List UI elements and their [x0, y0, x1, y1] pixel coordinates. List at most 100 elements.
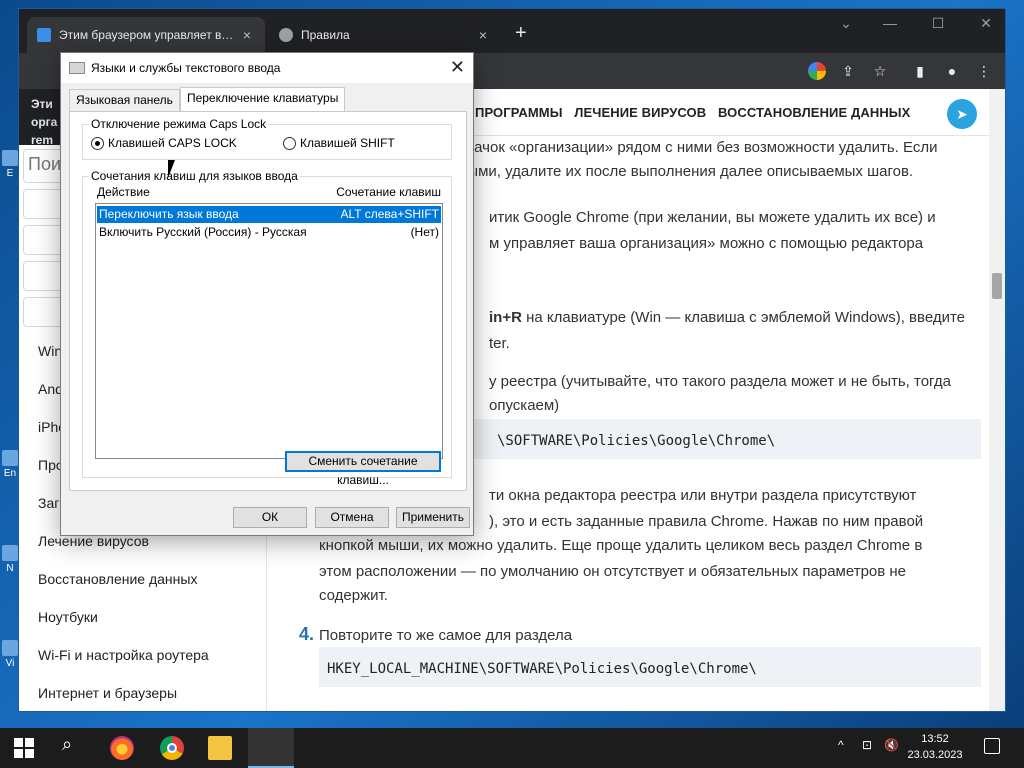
- share-icon[interactable]: ⇪: [839, 62, 857, 80]
- desktop-icon[interactable]: Vi: [0, 640, 20, 669]
- tab-label: Правила: [301, 28, 350, 42]
- notification-icon[interactable]: [984, 738, 1000, 754]
- scroll-thumb[interactable]: [992, 273, 1002, 299]
- tray-chevron-icon[interactable]: ^: [838, 738, 844, 752]
- nav-programs[interactable]: ПРОГРАММЫ: [475, 105, 563, 120]
- close-button[interactable]: ✕: [971, 15, 1001, 32]
- col-action[interactable]: Действие: [97, 185, 150, 199]
- paragraph: кнопкой мыши, их можно удалить. Еще прощ…: [319, 537, 923, 554]
- row-keys: (Нет): [410, 225, 439, 239]
- telegram-icon[interactable]: ➤: [947, 99, 977, 129]
- paragraph: значок «организации» рядом с ними без во…: [459, 139, 938, 156]
- step-number: 4.: [299, 624, 315, 644]
- desktop-app-icon: [2, 150, 18, 166]
- clock-time: 13:52: [921, 733, 949, 745]
- desktop-icon-label: N: [6, 563, 14, 574]
- tab-strip: Этим браузером управляет ваш... × Правил…: [19, 9, 1005, 53]
- site-favicon-icon: [37, 28, 51, 42]
- sidebar-item[interactable]: Восстановление данных: [38, 571, 197, 587]
- sidebar-item[interactable]: Ноутбуки: [38, 609, 98, 625]
- col-keys[interactable]: Сочетание клавиш: [336, 185, 441, 199]
- mouse-cursor-icon: [168, 160, 175, 178]
- radio-shift[interactable]: Клавишей SHIFT: [283, 136, 395, 150]
- tab-close-icon[interactable]: ×: [239, 27, 255, 43]
- caps-lock-group: Отключение режима Caps Lock Клавишей CAP…: [82, 117, 452, 160]
- list-header: Действие Сочетание клавиш: [97, 185, 441, 199]
- volume-muted-icon[interactable]: 🔇: [884, 738, 899, 752]
- sidebar-item[interactable]: Интернет и браузеры: [38, 685, 177, 701]
- change-hotkey-button[interactable]: Сменить сочетание клавиш...: [285, 451, 441, 487]
- paragraph: этом расположении — по умолчанию он отсу…: [319, 563, 907, 580]
- tab-close-icon[interactable]: ×: [475, 27, 491, 43]
- minimize-button[interactable]: —: [875, 15, 905, 31]
- row-action: Включить Русский (Россия) - Русская: [99, 225, 307, 239]
- radio-label: Клавишей SHIFT: [300, 136, 395, 150]
- paragraph: ти окна редактора реестра или внутри раз…: [489, 487, 917, 504]
- apply-button[interactable]: Применить: [396, 507, 470, 528]
- paragraph: итик Google Chrome (при желании, вы може…: [489, 209, 936, 226]
- new-tab-button[interactable]: +: [515, 23, 527, 43]
- desktop-icon[interactable]: En: [0, 450, 20, 479]
- maximize-button[interactable]: ☐: [923, 15, 953, 32]
- profile-icon[interactable]: ●: [943, 62, 961, 80]
- taskbar-clock[interactable]: 13:52 23.03.2023: [900, 731, 970, 763]
- tab-keyboard-switch[interactable]: Переключение клавиатуры: [179, 87, 346, 111]
- paragraph: in+R на клавиатуре (Win — клавиша с эмбл…: [489, 305, 981, 330]
- list-item[interactable]: Включить Русский (Россия) - Русская (Нет…: [97, 224, 441, 241]
- dialog-tabs: Языковая панель Переключение клавиатуры: [69, 87, 346, 111]
- paragraph: опускаем): [489, 397, 560, 414]
- cancel-button[interactable]: Отмена: [315, 507, 389, 528]
- desktop-icon-label: E: [6, 168, 14, 179]
- tab-label: Этим браузером управляет ваш...: [59, 28, 239, 42]
- desktop-app-icon: [2, 640, 18, 656]
- sidebar-item[interactable]: Win: [38, 343, 62, 359]
- hotkeys-list[interactable]: Переключить язык ввода ALT слева+SHIFT В…: [95, 203, 443, 459]
- star-icon[interactable]: ☆: [871, 62, 889, 80]
- paragraph: м управляет ваша организация» можно с по…: [489, 235, 924, 252]
- sidebar-item[interactable]: Wi-Fi и настройка роутера: [38, 647, 209, 663]
- firefox-icon[interactable]: [110, 736, 134, 760]
- code-block[interactable]: HKEY_LOCAL_MACHINE\SOFTWARE\Policies\Goo…: [319, 647, 981, 687]
- tab-language-bar[interactable]: Языковая панель: [69, 89, 180, 111]
- network-icon[interactable]: ⊡: [862, 738, 872, 752]
- desktop-icon[interactable]: E: [0, 150, 20, 179]
- file-explorer-icon[interactable]: [208, 736, 232, 760]
- tab-panel: Отключение режима Caps Lock Клавишей CAP…: [69, 111, 467, 491]
- paragraph-text: на клавиатуре (Win — клавиша с эмблемой …: [521, 309, 966, 326]
- desktop-app-icon: [2, 450, 18, 466]
- hotkeys-group: Сочетания клавиш для языков ввода Действ…: [82, 169, 452, 487]
- list-item[interactable]: Переключить язык ввода ALT слева+SHIFT: [97, 206, 441, 223]
- tab-rules[interactable]: Правила ×: [269, 17, 501, 53]
- desktop-icon[interactable]: N: [0, 545, 20, 574]
- radio-caps-lock[interactable]: Клавишей CAPS LOCK: [91, 136, 237, 150]
- desktop-icon-label: En: [3, 468, 17, 479]
- paragraph: ными, удалите их после выполнения далее …: [459, 163, 914, 180]
- tab-managed[interactable]: Этим браузером управляет ваш... ×: [27, 17, 265, 53]
- page-scrollbar[interactable]: [989, 89, 1005, 711]
- windows-start-icon[interactable]: [14, 738, 34, 758]
- ok-button[interactable]: ОК: [233, 507, 307, 528]
- close-icon[interactable]: ✕: [450, 57, 465, 78]
- search-icon[interactable]: ⌕: [62, 734, 86, 758]
- radio-unselected-icon: [283, 136, 296, 150]
- nav-recovery[interactable]: ВОССТАНОВЛЕНИЕ ДАННЫХ: [718, 105, 910, 120]
- nav-virus[interactable]: ЛЕЧЕНИЕ ВИРУСОВ: [574, 105, 706, 120]
- active-app-indicator: [248, 728, 294, 768]
- hotkey-text: in+R: [489, 309, 522, 326]
- chevron-down-icon[interactable]: ⌄: [831, 15, 861, 32]
- paragraph: ), это и есть заданные правила Chrome. Н…: [489, 513, 924, 530]
- google-icon[interactable]: [808, 62, 826, 80]
- sidepanel-icon[interactable]: ▮: [911, 62, 929, 80]
- keyboard-icon: [69, 62, 85, 74]
- menu-kebab-icon[interactable]: ⋮: [975, 62, 993, 80]
- group-legend: Отключение режима Caps Lock: [89, 117, 269, 131]
- globe-icon: [279, 28, 293, 42]
- radio-selected-icon: [91, 136, 104, 150]
- paragraph: ter.: [489, 335, 510, 352]
- row-keys: ALT слева+SHIFT: [340, 207, 440, 221]
- group-legend: Сочетания клавиш для языков ввода: [89, 169, 300, 183]
- radio-label: Клавишей CAPS LOCK: [108, 136, 237, 150]
- row-action: Переключить язык ввода: [99, 207, 239, 221]
- text-services-dialog: Языки и службы текстового ввода ✕ Языков…: [60, 52, 474, 536]
- taskbar: ⌕ ^ ⊡ 🔇 13:52 23.03.2023: [0, 728, 1024, 768]
